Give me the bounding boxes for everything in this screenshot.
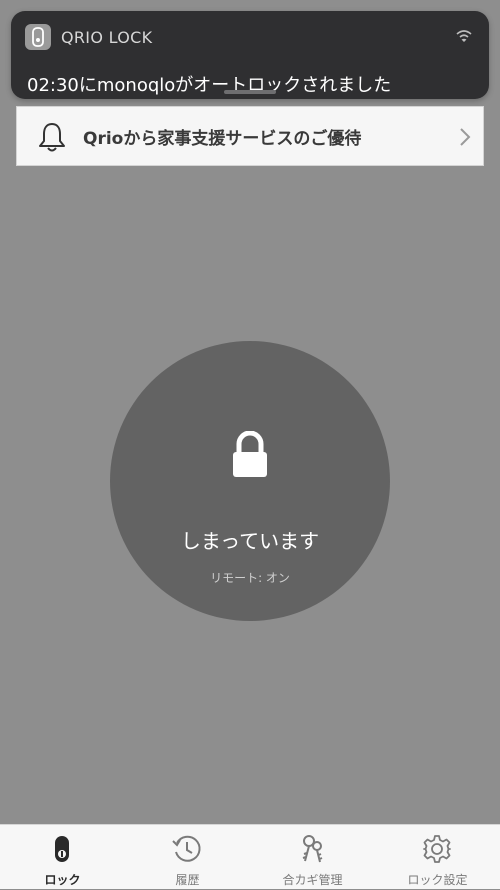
promo-banner-text: Qrioから家事支援サービスのご優待 <box>83 129 362 149</box>
lock-status-text: しまっています <box>180 529 320 553</box>
lock-app-icon <box>25 24 51 50</box>
promo-banner[interactable]: Qrioから家事支援サービスのご優待 <box>16 106 484 166</box>
notification-message: 02:30にmonoqloがオートロックされました <box>27 75 392 96</box>
tab-shared-keys[interactable]: 合カギ管理 <box>250 825 375 890</box>
notification-grabber[interactable] <box>224 90 276 94</box>
tab-label: 合カギ管理 <box>282 873 343 887</box>
keys-icon <box>296 833 328 865</box>
lock-device-icon <box>46 833 78 865</box>
remote-status-text: リモート: オン <box>210 571 290 585</box>
tab-lock-settings[interactable]: ロック設定 <box>375 825 500 890</box>
lock-toggle-button[interactable]: しまっています リモート: オン <box>110 341 390 621</box>
history-clock-icon <box>171 833 203 865</box>
tab-lock[interactable]: ロック <box>0 825 125 890</box>
chevron-right-icon <box>459 127 471 147</box>
notification-app-name: QRIO LOCK <box>61 28 153 47</box>
wifi-icon <box>455 27 473 45</box>
tab-label: 履歴 <box>175 873 200 887</box>
tab-history[interactable]: 履歴 <box>125 825 250 890</box>
bottom-tab-bar: ロック 履歴 合カギ管理 ロック設定 <box>0 824 500 889</box>
tab-label: ロック <box>44 873 81 887</box>
padlock-closed-icon <box>230 430 270 479</box>
gear-icon <box>421 833 453 865</box>
bell-icon <box>37 121 67 153</box>
push-notification[interactable]: QRIO LOCK 02:30にmonoqloがオートロックされました <box>11 11 489 99</box>
tab-label: ロック設定 <box>407 873 468 887</box>
